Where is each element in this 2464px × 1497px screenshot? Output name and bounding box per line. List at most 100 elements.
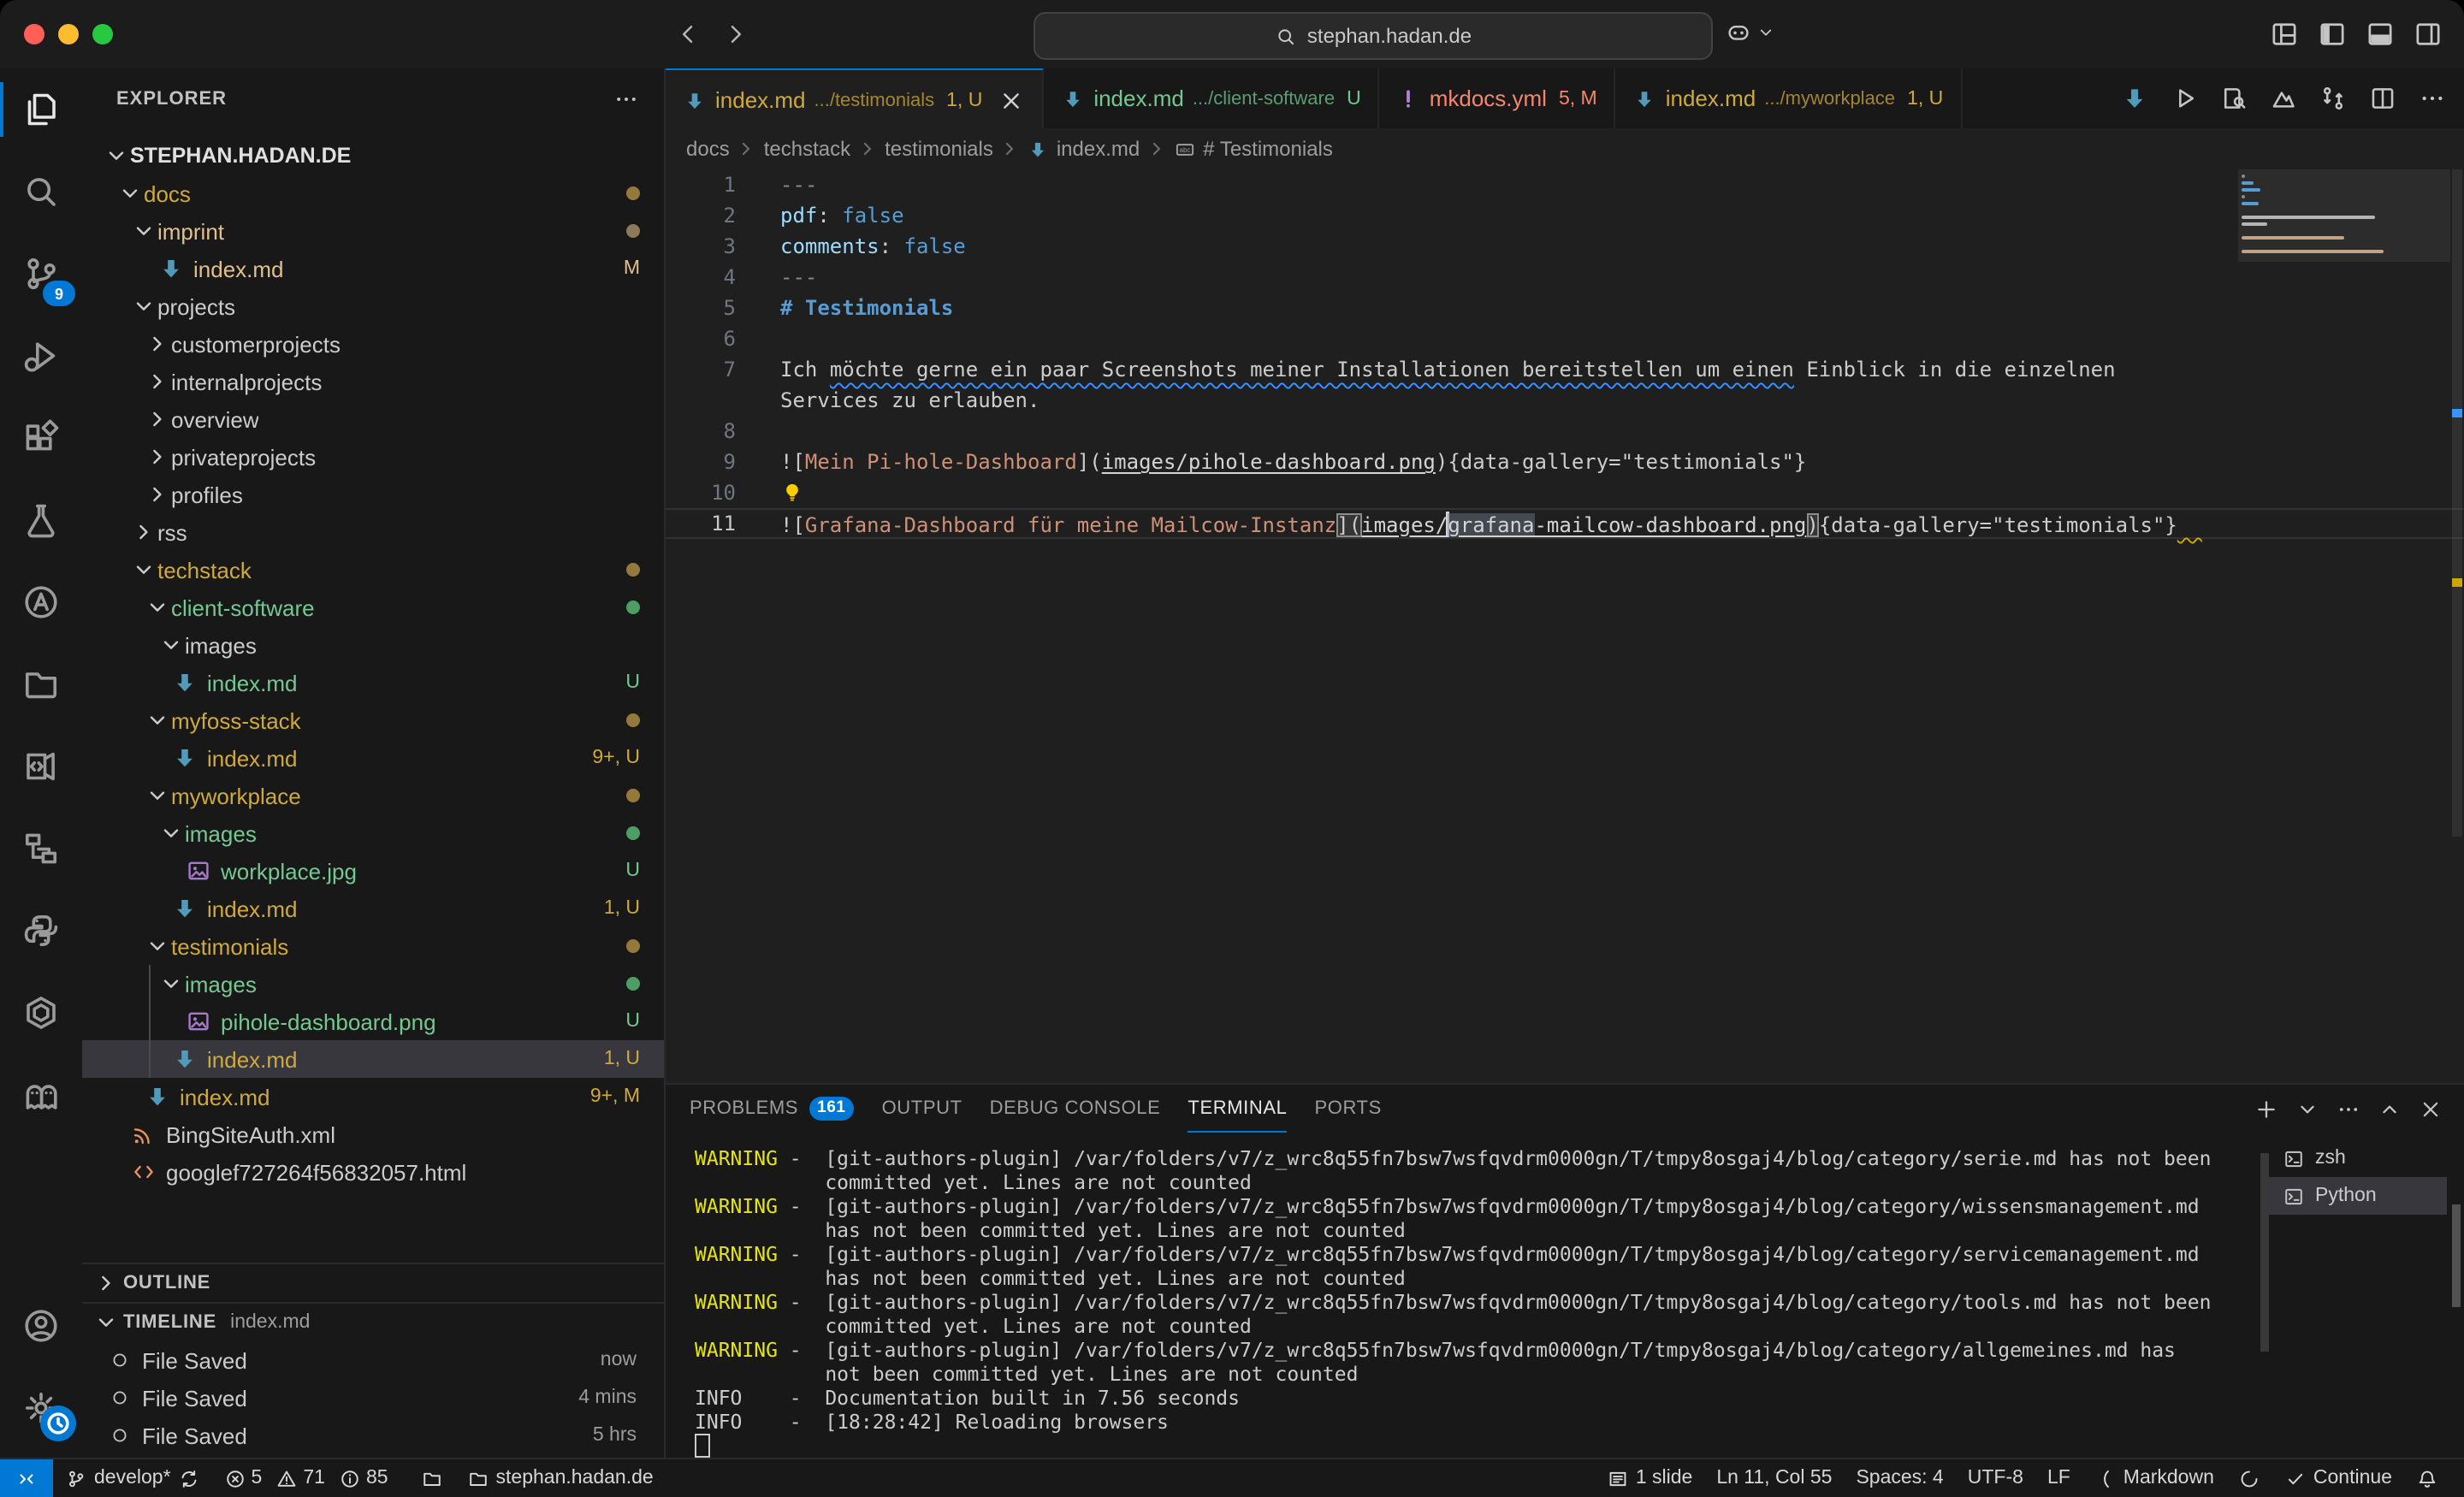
status-cursor-position[interactable]: Ln 11, Col 55 xyxy=(1704,1459,1844,1497)
minimap[interactable] xyxy=(2238,169,2450,1083)
tree-item-profiles[interactable]: profiles xyxy=(82,476,664,513)
tree-item-privateprojects[interactable]: privateprojects xyxy=(82,438,664,476)
panel-tab-terminal[interactable]: TERMINAL xyxy=(1188,1086,1287,1132)
code-editor[interactable]: 1---2pdf: false3comments: false4---5# Te… xyxy=(666,169,2464,1083)
lightbulb-icon[interactable] xyxy=(780,480,804,504)
markdownlint-toggle-icon[interactable] xyxy=(2120,84,2149,113)
markdown-preview-icon[interactable] xyxy=(2269,84,2298,113)
breadcrumb-item[interactable]: abc# Testimonials xyxy=(1174,137,1333,161)
tree-item-index-md[interactable]: index.md9+, U xyxy=(82,739,664,777)
tree-item-index-md[interactable]: index.mdM xyxy=(82,250,664,287)
tree-item-myworkplace[interactable]: myworkplace xyxy=(82,777,664,814)
activity-settings[interactable] xyxy=(0,1367,82,1449)
status-encoding[interactable]: UTF-8 xyxy=(1956,1459,2035,1497)
activity-accounts[interactable] xyxy=(0,1285,82,1367)
tree-item-images[interactable]: images xyxy=(82,626,664,664)
tab-index-md-1[interactable]: index.md.../client-softwareU xyxy=(1044,68,1379,128)
tree-item-rss[interactable]: rss xyxy=(82,513,664,551)
status-remote-indicator[interactable] xyxy=(0,1459,53,1497)
tree-item-pihole-dashboard-png[interactable]: pihole-dashboard.pngU xyxy=(82,1003,664,1040)
forward-icon[interactable] xyxy=(722,21,749,48)
close-window-button[interactable] xyxy=(24,24,44,44)
tree-item-index-md[interactable]: index.md9+, M xyxy=(82,1078,664,1115)
timeline-item[interactable]: File Savednow xyxy=(82,1341,664,1379)
tree-item-images[interactable]: images xyxy=(82,965,664,1003)
new-terminal-icon[interactable] xyxy=(2254,1096,2279,1121)
activity-extensions[interactable] xyxy=(0,397,82,479)
status-workspace-folder-icon[interactable] xyxy=(409,1459,455,1497)
tree-item-techstack[interactable]: techstack xyxy=(82,551,664,589)
zoom-window-button[interactable] xyxy=(92,24,113,44)
activity-run-debug[interactable] xyxy=(0,315,82,397)
timeline-item[interactable]: File Saved4 mins xyxy=(82,1379,664,1417)
activity-hierarchy-tool[interactable] xyxy=(0,808,82,890)
panel-tab-debug-console[interactable]: DEBUG CONSOLE xyxy=(990,1086,1161,1132)
tree-item-images[interactable]: images xyxy=(82,814,664,852)
tab-index-md-0[interactable]: index.md.../testimonials1, U xyxy=(666,68,1044,130)
toggle-panel-right-icon[interactable] xyxy=(2413,19,2443,50)
tree-item-docs[interactable]: docs xyxy=(82,175,664,212)
tab-index-md-3[interactable]: index.md.../myworkplace1, U xyxy=(1616,68,1963,128)
tree-item-index-md[interactable]: index.md1, U xyxy=(82,890,664,927)
status-language-mode[interactable]: Markdown xyxy=(2082,1459,2226,1497)
chevron-down-sm-icon[interactable] xyxy=(1756,22,1776,43)
panel-tab-problems[interactable]: PROBLEMS161 xyxy=(690,1086,855,1132)
tree-item-googlef727264f56832057-html[interactable]: googlef727264f56832057.html xyxy=(82,1153,664,1191)
toggle-panel-left-icon[interactable] xyxy=(2317,19,2348,50)
tree-item-index-md[interactable]: index.md1, U xyxy=(82,1040,664,1078)
maximize-panel-icon[interactable] xyxy=(2377,1096,2402,1121)
more-actions-icon[interactable] xyxy=(2418,84,2447,113)
activity-letter-a-tool[interactable] xyxy=(0,561,82,643)
toggle-panel-bottom-icon[interactable] xyxy=(2365,19,2396,50)
breadcrumb-item[interactable]: testimonials xyxy=(885,137,993,161)
sessions-scrollbar[interactable] xyxy=(2452,1204,2461,1307)
breadcrumb-item[interactable]: docs xyxy=(686,137,730,161)
tree-item-myfoss-stack[interactable]: myfoss-stack xyxy=(82,701,664,739)
status-indentation[interactable]: Spaces: 4 xyxy=(1844,1459,1955,1497)
status-notifications[interactable] xyxy=(2404,1459,2450,1497)
activity-search[interactable] xyxy=(0,151,82,233)
tree-item-bingsiteauth-xml[interactable]: BingSiteAuth.xml xyxy=(82,1115,664,1153)
breadcrumb-item[interactable]: techstack xyxy=(764,137,850,161)
customize-layout-icon[interactable] xyxy=(2269,19,2300,50)
minimize-window-button[interactable] xyxy=(58,24,79,44)
activity-folder-library[interactable] xyxy=(0,643,82,725)
activity-explorer[interactable] xyxy=(0,68,82,151)
tab-mkdocs-yml-2[interactable]: mkdocs.yml5, M xyxy=(1380,68,1616,128)
tree-item-customerprojects[interactable]: customerprojects xyxy=(82,325,664,363)
tree-item-testimonials[interactable]: testimonials xyxy=(82,927,664,965)
tree-item-imprint[interactable]: imprint xyxy=(82,212,664,250)
status-continue-extension[interactable]: Continue xyxy=(2272,1459,2404,1497)
timeline-section-header[interactable]: TIMELINE index.md xyxy=(82,1302,664,1341)
activity-python[interactable] xyxy=(0,890,82,972)
tree-item-client-software[interactable]: client-software xyxy=(82,589,664,626)
explorer-more-actions-icon[interactable] xyxy=(613,86,640,113)
close-panel-icon[interactable] xyxy=(2418,1096,2443,1121)
terminal-more-icon[interactable] xyxy=(2336,1096,2361,1121)
activity-testing[interactable] xyxy=(0,479,82,561)
tree-item-stephan-hadan-de[interactable]: STEPHAN.HADAN.DE xyxy=(82,137,664,175)
activity-hexagon-tool[interactable] xyxy=(0,972,82,1054)
tree-item-internalprojects[interactable]: internalprojects xyxy=(82,363,664,400)
breadcrumb-item[interactable]: index.md xyxy=(1028,137,1140,161)
tree-item-projects[interactable]: projects xyxy=(82,287,664,325)
terminal-scrollbar[interactable] xyxy=(2260,1153,2269,1352)
timeline-item[interactable]: File Saved5 hrs xyxy=(82,1417,664,1454)
tree-item-workplace-jpg[interactable]: workplace.jpgU xyxy=(82,852,664,890)
close-tab-icon[interactable] xyxy=(998,86,1025,114)
status-workspace-name[interactable]: stephan.hadan.de xyxy=(455,1459,666,1497)
copilot-icon[interactable] xyxy=(1725,19,1752,46)
terminal-profile-dropdown-icon[interactable] xyxy=(2295,1096,2320,1121)
back-icon[interactable] xyxy=(674,21,702,48)
tree-item-overview[interactable]: overview xyxy=(82,400,664,438)
terminal-output[interactable]: WARNING - [git-authors-plugin] /var/fold… xyxy=(695,1146,2242,1461)
open-preview-side-icon[interactable] xyxy=(2219,84,2248,113)
status-eol[interactable]: LF xyxy=(2035,1459,2082,1497)
status-slides-count[interactable]: 1 slide xyxy=(1595,1459,1705,1497)
status-background-task-spinner[interactable] xyxy=(2226,1459,2272,1497)
split-editor-icon[interactable] xyxy=(2368,84,2397,113)
status-problems-summary[interactable]: 57185 xyxy=(212,1459,409,1497)
terminal-session-zsh[interactable]: zsh xyxy=(2269,1139,2447,1177)
command-center[interactable]: stephan.hadan.de xyxy=(1034,12,1713,60)
activity-source-control[interactable]: 9 xyxy=(0,233,82,315)
